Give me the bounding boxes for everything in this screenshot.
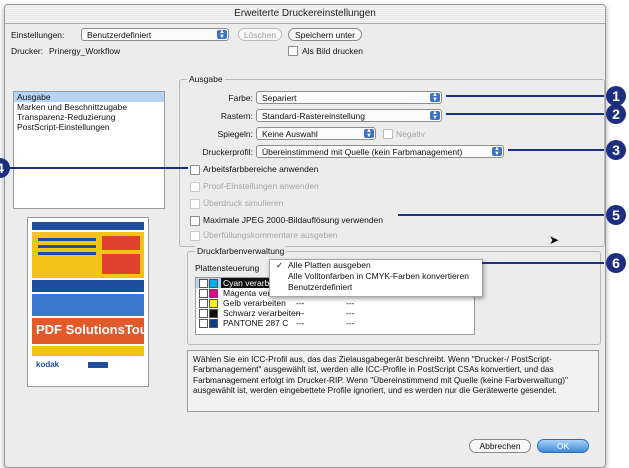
callout-line — [398, 214, 604, 216]
ink-swatch — [209, 299, 218, 308]
simulate-overprint-checkbox[interactable] — [190, 199, 200, 209]
printer-profile-value: Übereinstimmend mit Quelle (kein Farbman… — [262, 147, 463, 157]
popup-arrows-icon: ▲ ▼ — [492, 146, 502, 157]
print-settings-dialog: Erweiterte Druckereinstellungen Einstell… — [4, 4, 606, 468]
negative-checkbox[interactable] — [383, 129, 393, 139]
dialog-title: Erweiterte Druckereinstellungen — [5, 5, 605, 24]
callout-1: 1 — [606, 86, 626, 106]
color-label: Farbe: — [228, 93, 253, 103]
printer-value: Prinergy_Workflow — [49, 46, 121, 56]
working-spaces-checkbox[interactable] — [190, 165, 200, 175]
callout-5: 5 — [606, 205, 626, 225]
menu-item-all-plates[interactable]: ✓ Alle Platten ausgeben — [270, 260, 482, 271]
ink-row[interactable]: PANTONE 287 C --- --- — [196, 318, 474, 328]
ink-manager-title: Druckfarbenverwaltung — [195, 246, 287, 256]
callout-3: 3 — [606, 140, 626, 160]
popup-arrows-icon: ▲ ▼ — [430, 110, 440, 121]
delete-button[interactable]: Löschen — [238, 28, 282, 41]
callout-line — [482, 262, 604, 264]
callout-2: 2 — [606, 104, 626, 124]
proof-settings-checkbox[interactable] — [190, 182, 200, 192]
ok-button[interactable]: OK — [537, 439, 589, 453]
callout-line — [446, 95, 604, 97]
proof-settings-label: Proof-Einstellungen anwenden — [203, 181, 319, 191]
ink-frequency: --- — [346, 298, 355, 308]
cancel-button[interactable]: Abbrechen — [469, 439, 531, 453]
max-jpeg2000-checkbox[interactable] — [190, 216, 200, 226]
screening-popup[interactable]: Standard-Rastereinstellung ▲ ▼ — [256, 109, 442, 122]
settings-label: Einstellungen: — [11, 30, 65, 40]
mirror-label: Spiegeln: — [217, 129, 253, 139]
max-jpeg2000-label: Maximale JPEG 2000-Bildauflösung verwend… — [203, 215, 384, 225]
ink-angle: --- — [296, 318, 305, 328]
ink-swatch — [209, 319, 218, 328]
print-plate-icon — [199, 319, 208, 328]
ink-name: Schwarz verarbeiten — [223, 308, 301, 318]
plate-control-label: Plattensteuerung — [195, 263, 260, 273]
trap-comments-checkbox[interactable] — [190, 231, 200, 241]
category-item-output[interactable]: Ausgabe — [14, 92, 164, 102]
printer-profile-popup[interactable]: Übereinstimmend mit Quelle (kein Farbman… — [256, 145, 504, 158]
popup-arrows-icon: ▲ ▼ — [430, 92, 440, 103]
mirror-value: Keine Auswahl — [262, 129, 318, 139]
ink-swatch — [209, 289, 218, 298]
ink-row[interactable]: Schwarz verarbeiten --- --- — [196, 308, 474, 318]
ink-frequency: --- — [346, 318, 355, 328]
trap-comments-label: Überfüllungskommentare ausgeben — [203, 230, 338, 240]
preview-banner-text: PDF SolutionsTour — [36, 322, 149, 337]
screening-label: Rastern: — [220, 111, 253, 121]
ink-swatch — [209, 279, 218, 288]
ink-row[interactable]: Gelb verarbeiten --- --- — [196, 298, 474, 308]
callout-line — [4, 167, 188, 169]
simulate-overprint-label: Überdruck simulieren — [203, 198, 284, 208]
print-plate-icon — [199, 279, 208, 288]
mouse-pointer-icon: ➤ — [549, 233, 560, 247]
save-as-button[interactable]: Speichern unter — [288, 28, 362, 41]
settings-popup[interactable]: Benutzerdefiniert ▲ ▼ — [81, 28, 229, 41]
color-popup[interactable]: Separiert ▲ ▼ — [256, 91, 442, 104]
settings-value: Benutzerdefiniert — [87, 30, 152, 40]
preview-logo-text: kodak — [36, 360, 60, 369]
popup-arrows-icon: ▲ ▼ — [364, 128, 374, 139]
page-preview: PDF SolutionsTour kodak — [27, 217, 149, 387]
category-item-postscript[interactable]: PostScript-Einstellungen — [14, 122, 164, 132]
callout-line — [508, 149, 604, 151]
color-value: Separiert — [262, 93, 297, 103]
description-text: Wählen Sie ein ICC-Profil aus, das das Z… — [187, 350, 599, 412]
print-as-image-label: Als Bild drucken — [302, 46, 363, 56]
working-spaces-label: Arbeitsfarbbereiche anwenden — [203, 164, 319, 174]
output-group-title: Ausgabe — [187, 74, 225, 84]
checkmark-icon: ✓ — [276, 260, 284, 270]
menu-item-custom[interactable]: Benutzerdefiniert — [270, 282, 482, 293]
category-item-marks[interactable]: Marken und Beschnittzugabe — [14, 102, 164, 112]
negative-label: Negativ — [396, 129, 425, 139]
ink-angle: --- — [296, 298, 305, 308]
callout-6: 6 — [606, 253, 626, 273]
ink-frequency: --- — [346, 308, 355, 318]
mirror-popup[interactable]: Keine Auswahl ▲ ▼ — [256, 127, 376, 140]
printer-profile-label: Druckerprofil: — [202, 147, 253, 157]
ink-name: PANTONE 287 C — [223, 318, 289, 328]
ink-name: Gelb verarbeiten — [223, 298, 286, 308]
callout-line — [446, 113, 604, 115]
ink-swatch — [209, 309, 218, 318]
ink-angle: --- — [296, 308, 305, 318]
print-plate-icon — [199, 309, 208, 318]
category-item-transparency[interactable]: Transparenz-Reduzierung — [14, 112, 164, 122]
printer-label: Drucker: — [11, 46, 44, 56]
menu-item-convert-spots[interactable]: Alle Volltonfarben in CMYK-Farben konver… — [270, 271, 482, 282]
popup-arrows-icon: ▲ ▼ — [217, 29, 227, 40]
plate-control-menu: ✓ Alle Platten ausgeben Alle Volltonfarbe… — [269, 259, 483, 297]
screening-value: Standard-Rastereinstellung — [262, 111, 366, 121]
category-list: Ausgabe Marken und Beschnittzugabe Trans… — [13, 91, 165, 209]
print-as-image-checkbox[interactable] — [288, 46, 298, 56]
print-plate-icon — [199, 299, 208, 308]
print-plate-icon — [199, 289, 208, 298]
